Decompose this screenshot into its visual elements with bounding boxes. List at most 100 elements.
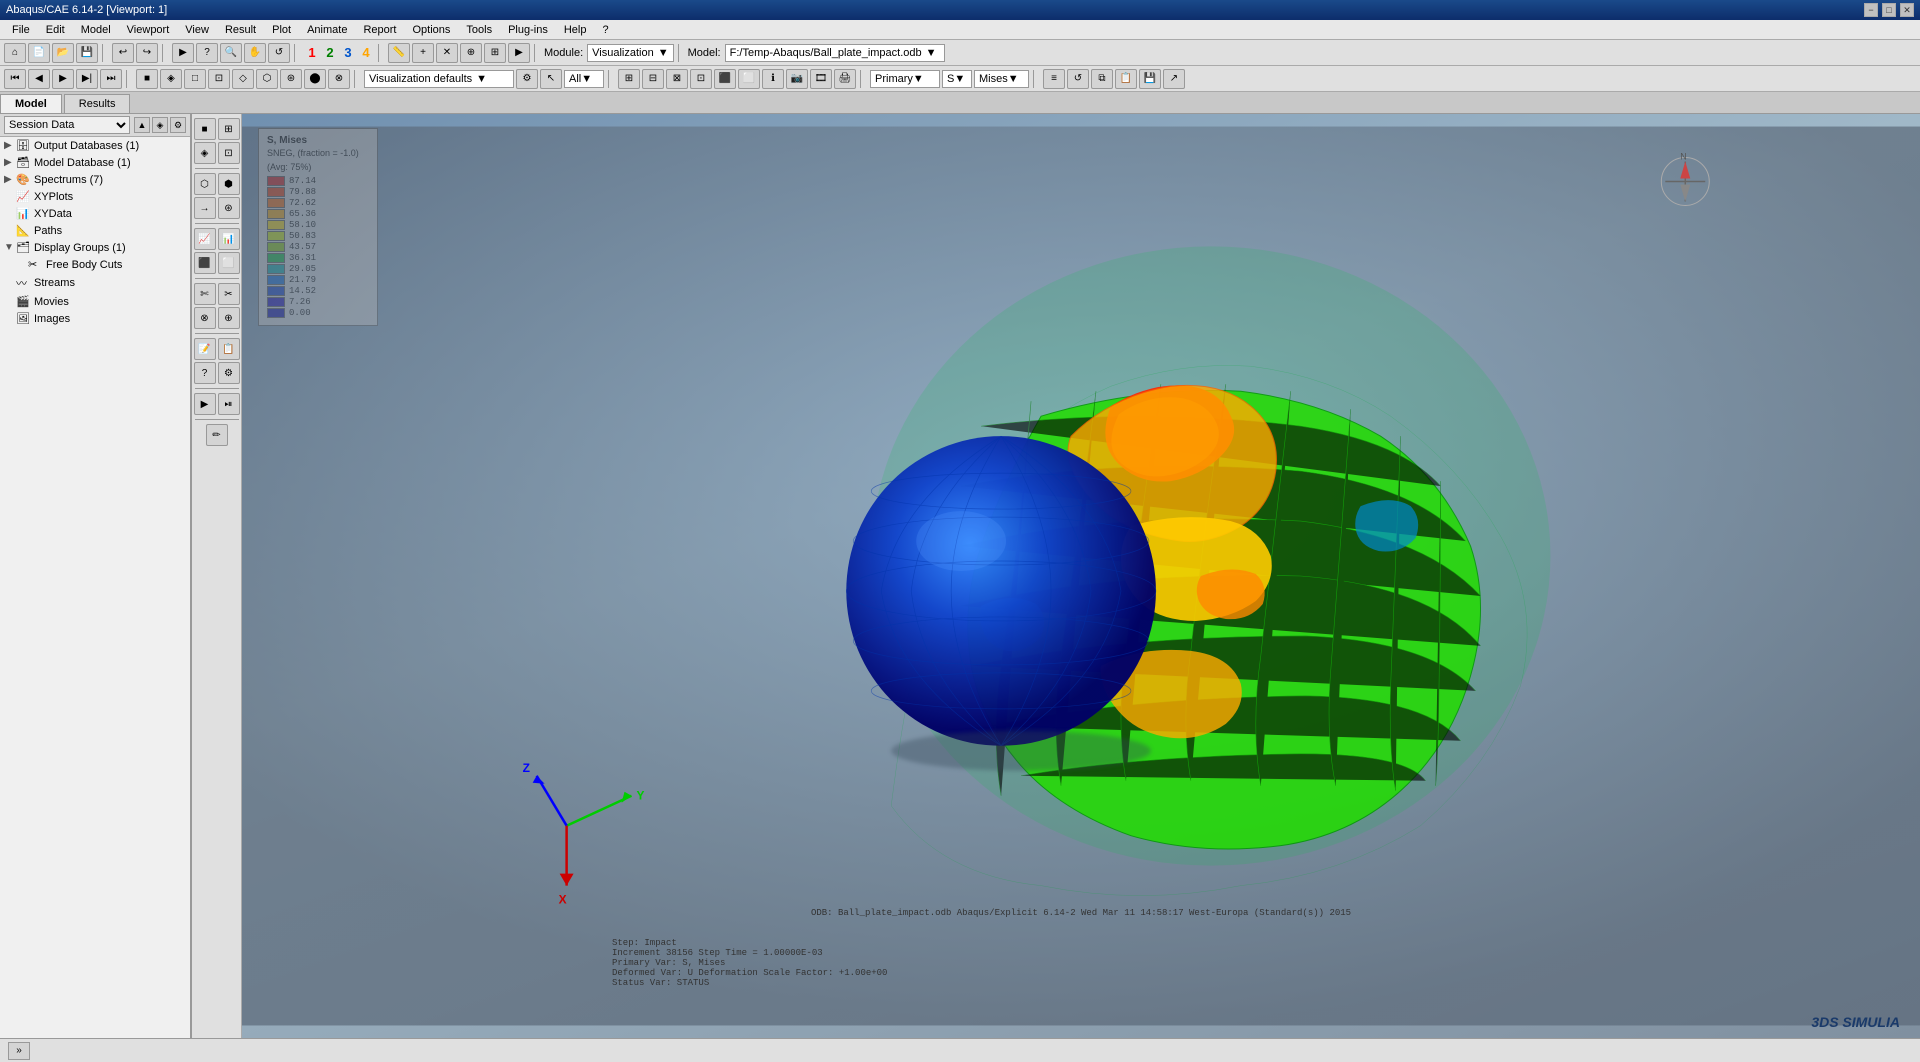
vtb-overlay[interactable]: ⊡ xyxy=(218,142,240,164)
toolbar-home[interactable]: ⌂ xyxy=(4,43,26,63)
toolbar-view1[interactable]: ⊞ xyxy=(618,69,640,89)
menu-animate[interactable]: Animate xyxy=(299,22,355,38)
toolbar-view6[interactable]: ⬜ xyxy=(738,69,760,89)
toolbar-filter[interactable]: ⊞ xyxy=(484,43,506,63)
vis-defaults-combo[interactable]: Visualization defaults ▼ xyxy=(364,70,514,88)
vtb-cut2[interactable]: ✂ xyxy=(218,283,240,305)
vtb-cut1[interactable]: ✄ xyxy=(194,283,216,305)
menu-file[interactable]: File xyxy=(4,22,38,38)
toolbar-num2[interactable]: 2 xyxy=(322,44,338,62)
playback-last[interactable]: ⏭ xyxy=(100,69,122,89)
statusbar-expand[interactable]: » xyxy=(8,1042,30,1060)
toolbar-pan[interactable]: ✋ xyxy=(244,43,266,63)
playback-next-frame[interactable]: ▶| xyxy=(76,69,98,89)
vtb-plot2[interactable]: 📊 xyxy=(218,228,240,250)
toolbar-measure[interactable]: 📏 xyxy=(388,43,410,63)
vtb-mesh[interactable]: ⬡ xyxy=(194,173,216,195)
toolbar-query[interactable]: ? xyxy=(196,43,218,63)
playback-play[interactable]: ▶ xyxy=(52,69,74,89)
toolbar-export[interactable]: ↗ xyxy=(1163,69,1185,89)
menu-report[interactable]: Report xyxy=(355,22,404,38)
menu-viewport[interactable]: Viewport xyxy=(119,22,178,38)
minimize-button[interactable]: − xyxy=(1864,3,1878,17)
menu-edit[interactable]: Edit xyxy=(38,22,73,38)
toolbar-anim[interactable]: 🎞 xyxy=(810,69,832,89)
toolbar-search[interactable]: ⊕ xyxy=(460,43,482,63)
vtb-plot1[interactable]: 📈 xyxy=(194,228,216,250)
vtb-contour[interactable]: ■ xyxy=(194,118,216,140)
vtb-vector[interactable]: → xyxy=(194,197,216,219)
toolbar-select[interactable]: ▶ xyxy=(172,43,194,63)
vtb-tensor[interactable]: ⊛ xyxy=(218,197,240,219)
toolbar-path[interactable]: ◇ xyxy=(232,69,254,89)
playback-first[interactable]: ⏮ xyxy=(4,69,26,89)
toolbar-cam[interactable]: 📷 xyxy=(786,69,808,89)
toolbar-view5[interactable]: ⬛ xyxy=(714,69,736,89)
tree-output-databases[interactable]: ▶ 🗄 Output Databases (1) xyxy=(0,137,190,154)
toolbar-contour[interactable]: ■ xyxy=(136,69,158,89)
menu-plot[interactable]: Plot xyxy=(264,22,299,38)
toolbar-play[interactable]: ▶ xyxy=(508,43,530,63)
toolbar-num3[interactable]: 3 xyxy=(340,44,356,62)
menu-view[interactable]: View xyxy=(177,22,217,38)
vtb-grid[interactable]: ⊞ xyxy=(218,118,240,140)
maximize-button[interactable]: □ xyxy=(1882,3,1896,17)
vtb-query[interactable]: ? xyxy=(194,362,216,384)
tree-images[interactable]: 🖼 Images xyxy=(0,310,190,327)
tree-movies[interactable]: 🎬 Movies xyxy=(0,293,190,310)
toolbar-rotate[interactable]: ↺ xyxy=(268,43,290,63)
toolbar-copy[interactable]: ⧉ xyxy=(1091,69,1113,89)
menu-plugins[interactable]: Plug-ins xyxy=(500,22,556,38)
session-filter-btn[interactable]: ◈ xyxy=(152,117,168,133)
toolbar-filter2[interactable]: ≡ xyxy=(1043,69,1065,89)
model-combo[interactable]: F:/Temp-Abaqus/Ball_plate_impact.odb ▼ xyxy=(725,44,945,62)
session-data-select[interactable]: Session Data xyxy=(4,116,130,134)
playback-prev[interactable]: ◀ xyxy=(28,69,50,89)
toolbar-save2[interactable]: 💾 xyxy=(1139,69,1161,89)
tree-model-database[interactable]: ▶ 🗃 Model Database (1) xyxy=(0,154,190,171)
toolbar-info[interactable]: ℹ xyxy=(762,69,784,89)
menu-model[interactable]: Model xyxy=(73,22,119,38)
toolbar-num1[interactable]: 1 xyxy=(304,44,320,62)
vtb-view1[interactable]: ⬛ xyxy=(194,252,216,274)
toolbar-overlay[interactable]: ⊡ xyxy=(208,69,230,89)
toolbar-view2[interactable]: ⊟ xyxy=(642,69,664,89)
menu-question[interactable]: ? xyxy=(594,22,616,38)
menu-options[interactable]: Options xyxy=(404,22,458,38)
toolbar-cut[interactable]: ⊗ xyxy=(328,69,350,89)
session-up-btn[interactable]: ▲ xyxy=(134,117,150,133)
toolbar-vector[interactable]: ⬡ xyxy=(256,69,278,89)
toolbar-cursor[interactable]: ↖ xyxy=(540,69,562,89)
tree-streams[interactable]: 〰 Streams xyxy=(0,273,190,293)
toolbar-paste[interactable]: 📋 xyxy=(1115,69,1137,89)
vtb-anim2[interactable]: ⏯ xyxy=(218,393,240,415)
menu-result[interactable]: Result xyxy=(217,22,264,38)
vtb-section1[interactable]: ⊗ xyxy=(194,307,216,329)
toolbar-save[interactable]: 💾 xyxy=(76,43,98,63)
tree-free-body-cuts[interactable]: ✂ Free Body Cuts xyxy=(0,256,190,273)
all-combo[interactable]: All ▼ xyxy=(564,70,604,88)
toolbar-new[interactable]: 📄 xyxy=(28,43,50,63)
vtb-report1[interactable]: 📝 xyxy=(194,338,216,360)
vtb-report2[interactable]: 📋 xyxy=(218,338,240,360)
session-settings-btn[interactable]: ⚙ xyxy=(170,117,186,133)
vtb-section2[interactable]: ⊕ xyxy=(218,307,240,329)
vtb-anim1[interactable]: ▶ xyxy=(194,393,216,415)
toolbar-view4[interactable]: ⊡ xyxy=(690,69,712,89)
toolbar-zoom[interactable]: 🔍 xyxy=(220,43,242,63)
vtb-pen[interactable]: ✏ xyxy=(206,424,228,446)
menu-help[interactable]: Help xyxy=(556,22,595,38)
tab-model[interactable]: Model xyxy=(0,94,62,113)
toolbar-cross[interactable]: ✕ xyxy=(436,43,458,63)
toolbar-num4[interactable]: 4 xyxy=(358,44,374,62)
primary-combo[interactable]: Primary ▼ xyxy=(870,70,940,88)
toolbar-tensor[interactable]: ⊛ xyxy=(280,69,302,89)
toolbar-open[interactable]: 📂 xyxy=(52,43,74,63)
toolbar-stream[interactable]: ⬤ xyxy=(304,69,326,89)
toolbar-reset[interactable]: ↺ xyxy=(1067,69,1089,89)
module-combo[interactable]: Visualization ▼ xyxy=(587,44,673,62)
tree-xyplots[interactable]: 📈 XYPlots xyxy=(0,188,190,205)
tree-xydata[interactable]: 📊 XYData xyxy=(0,205,190,222)
toolbar-settings[interactable]: ⚙ xyxy=(516,69,538,89)
tree-spectrums[interactable]: ▶ 🎨 Spectrums (7) xyxy=(0,171,190,188)
